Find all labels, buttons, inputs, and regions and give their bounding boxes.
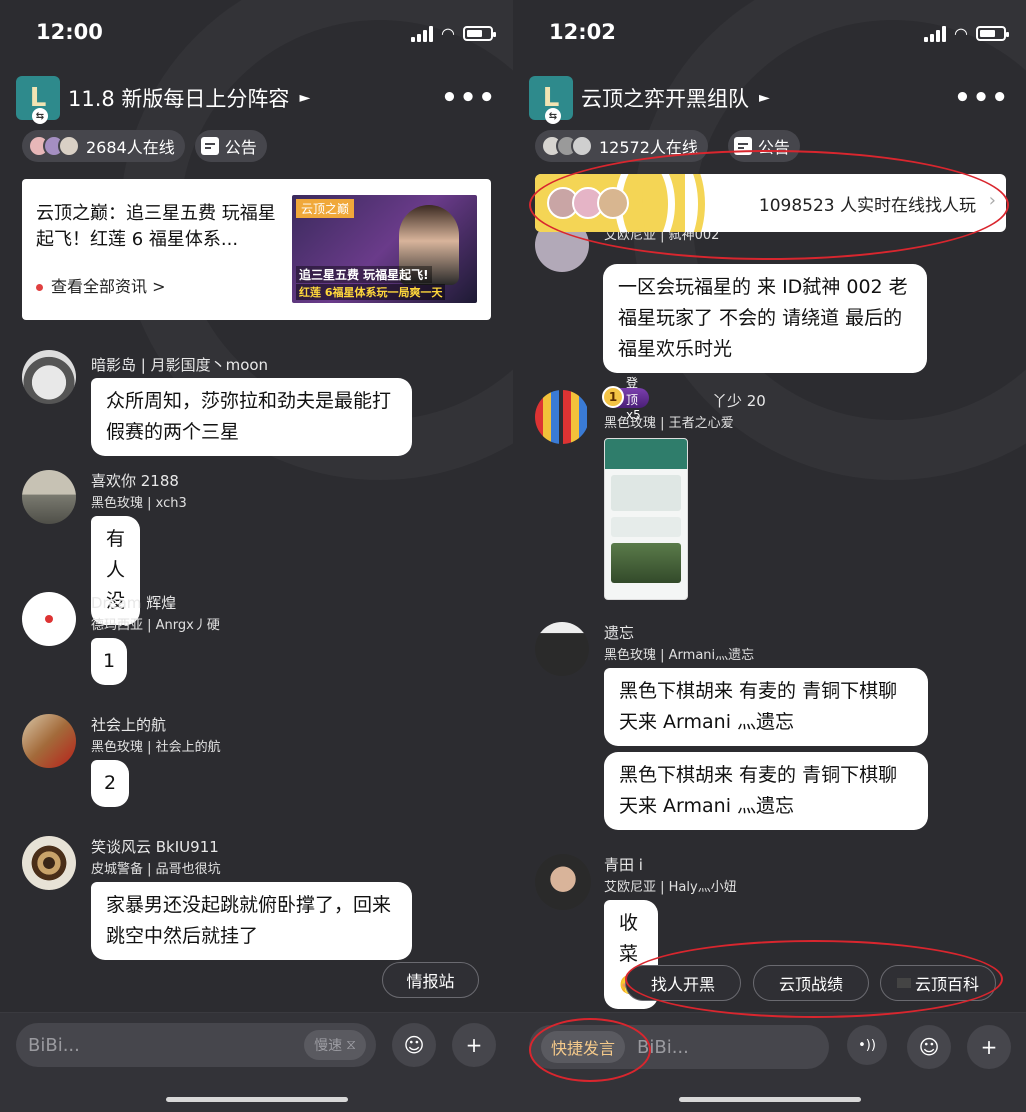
sender-sub: 皮城警备 | 品哥也很坑 — [91, 862, 221, 877]
sender-name[interactable]: 社会上的航 — [91, 714, 166, 735]
sender-name[interactable]: 遗忘 — [604, 622, 634, 643]
home-indicator — [165, 1097, 348, 1102]
avatar[interactable] — [22, 470, 76, 524]
avatar[interactable] — [22, 836, 76, 890]
screenshot-image[interactable] — [604, 438, 688, 600]
info-station-button[interactable]: 情报站 — [382, 962, 479, 998]
red-dot-icon — [36, 284, 43, 291]
sender-name[interactable]: Dream 辉煌 — [91, 592, 176, 613]
online-count-pill[interactable]: 2684人在线 — [22, 130, 185, 162]
sender-sub: 黑色玫瑰 | xch3 — [91, 496, 187, 511]
wifi-icon: ◠ — [441, 24, 455, 43]
emoji-icon[interactable]: ☺ — [392, 1023, 436, 1067]
more-icon[interactable]: ••• — [954, 83, 1010, 113]
channel-title[interactable]: 11.8 新版每日上分阵容 — [68, 83, 289, 113]
status-time: 12:02 — [549, 20, 616, 44]
more-icon[interactable]: ••• — [441, 83, 497, 113]
signal-icon — [411, 25, 434, 42]
channel-title[interactable]: 云顶之弈开黑组队 — [581, 83, 749, 113]
thumbnail-caption-2: 红莲 6福星体系玩一局爽一天 — [296, 284, 446, 300]
hourglass-icon: ⧖ — [346, 1037, 356, 1053]
sender-sub: 黑色玫瑰 | Armani灬遗忘 — [604, 648, 755, 663]
sender-name[interactable]: 青田 i — [604, 854, 643, 875]
sender-name[interactable]: 暗影岛 | 月影国度丶moon — [91, 354, 268, 375]
slow-mode-button[interactable]: 慢速 ⧖ — [304, 1030, 366, 1060]
battery-icon — [463, 26, 496, 41]
channel-header: L ⇆ 云顶之弈开黑组队 ► ••• — [529, 76, 1010, 124]
avatar[interactable] — [535, 854, 591, 910]
channel-logo[interactable]: L ⇆ — [529, 76, 573, 124]
emoji-icon[interactable]: ☺ — [907, 1025, 951, 1069]
news-all-link[interactable]: 查看全部资讯 > — [36, 273, 166, 297]
badge-number: 1 — [602, 386, 624, 408]
notice-label: 公告 — [224, 138, 257, 157]
message-bubble[interactable]: 众所周知，莎弥拉和劲夫是最能打假赛的两个三星 — [91, 378, 412, 456]
message-bubble[interactable]: 黑色下棋胡来 有麦的 青铜下棋聊天来 Armani 灬遗忘 — [604, 752, 928, 830]
sender-sub: 德玛西亚 | Anrgx丿硬 — [91, 618, 220, 633]
avatar[interactable] — [22, 714, 76, 768]
battery-icon — [976, 26, 1009, 41]
chat-input-placeholder: BiBi... — [28, 1034, 80, 1056]
avatar[interactable] — [535, 622, 589, 676]
thumbnail-tag: 云顶之巅 — [296, 199, 355, 218]
message-bubble[interactable]: 一区会玩福星的 来 ID弑神 002 老福星玩家了 不会的 请绕道 最后的福星欢… — [603, 264, 927, 373]
status-bar: 12:02 ◠ — [513, 18, 1026, 48]
news-thumbnail[interactable]: 云顶之巅 追三星五费 玩福星起飞! 红莲 6福星体系玩一局爽一天 — [292, 195, 477, 303]
sender-name[interactable]: 喜欢你 2188 — [91, 470, 179, 491]
online-count: 2684人在线 — [86, 138, 175, 157]
message-bubble[interactable]: 2 — [91, 760, 130, 807]
thumbnail-caption-1: 追三星五费 玩福星起飞! — [296, 266, 432, 283]
avatar[interactable] — [22, 592, 76, 646]
channel-logo[interactable]: L ⇆ — [16, 76, 60, 124]
notice-icon — [200, 137, 219, 155]
notice-button[interactable]: 公告 — [194, 130, 267, 162]
sender-name[interactable]: 丫少 20 — [712, 390, 766, 411]
sender-name[interactable]: 笑谈风云 BkIU911 — [91, 836, 219, 857]
home-indicator — [678, 1097, 861, 1102]
online-avatars — [28, 135, 80, 157]
left-phone-screen: 12:00 ◠ L ⇆ 11.8 新版每日上分阵容 ► ••• 2684人在线 公… — [0, 0, 513, 1112]
news-headline: 云顶之巅：追三星五费 玩福星起飞！红莲 6 福星体系... — [36, 203, 276, 250]
channel-meta: 2684人在线 公告 — [22, 130, 267, 162]
switch-icon: ⇆ — [545, 108, 561, 124]
plus-icon[interactable]: + — [967, 1025, 1011, 1069]
message-bubble[interactable]: 黑色下棋胡来 有麦的 青铜下棋聊天来 Armani 灬遗忘 — [604, 668, 928, 746]
annotation-ring-quick — [625, 940, 1003, 1018]
chat-input[interactable]: BiBi... 慢速 ⧖ — [16, 1023, 376, 1067]
news-card[interactable]: 云顶之巅：追三星五费 玩福星起飞！红莲 6 福星体系... 查看全部资讯 > 云… — [22, 179, 491, 320]
channel-header: L ⇆ 11.8 新版每日上分阵容 ► ••• — [16, 76, 497, 124]
plus-icon[interactable]: + — [452, 1023, 496, 1067]
rank-badge: 1 登顶 x5 — [602, 376, 649, 422]
avatar[interactable] — [535, 390, 589, 444]
play-arrow-icon[interactable]: ► — [299, 90, 310, 106]
input-bar: BiBi... 慢速 ⧖ ☺ + — [0, 1012, 513, 1112]
status-bar: 12:00 ◠ — [0, 18, 513, 48]
status-time: 12:00 — [36, 20, 103, 44]
switch-icon: ⇆ — [32, 108, 48, 124]
annotation-ring-banner — [529, 150, 1009, 260]
annotation-ring-speak — [529, 1018, 651, 1082]
voice-icon[interactable]: •)) — [847, 1025, 887, 1065]
right-phone-screen: 12:02 ◠ L ⇆ 云顶之弈开黑组队 ► ••• 12572人在线 公告 艾欧… — [513, 0, 1026, 1112]
avatar[interactable] — [22, 350, 76, 404]
sender-sub: 艾欧尼亚 | Haly灬小妞 — [604, 880, 737, 895]
online-avatars — [541, 135, 593, 157]
signal-icon — [924, 25, 947, 42]
play-arrow-icon[interactable]: ► — [759, 90, 770, 106]
sender-sub: 黑色玫瑰 | 社会上的航 — [91, 740, 221, 755]
message-bubble[interactable]: 1 — [91, 638, 128, 685]
sender-sub: 黑色玫瑰 | 王者之心爱 — [604, 416, 734, 431]
message-bubble[interactable]: 家暴男还没起跳就俯卧撑了，回来跳空中然后就挂了 — [91, 882, 412, 960]
wifi-icon: ◠ — [954, 24, 968, 43]
